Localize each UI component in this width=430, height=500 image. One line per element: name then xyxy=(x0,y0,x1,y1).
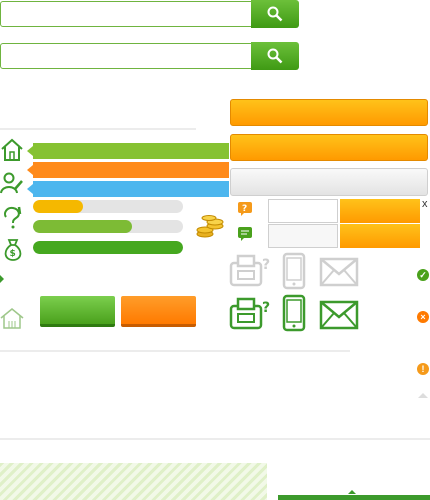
search-input-1[interactable] xyxy=(0,1,252,27)
arrow-right-icon xyxy=(0,275,4,283)
divider-top xyxy=(0,128,196,130)
user-edit-icon xyxy=(0,172,23,194)
progress-bar-3 xyxy=(33,241,183,254)
caret-up-small-icon xyxy=(348,490,356,494)
green-button[interactable] xyxy=(40,296,115,327)
svg-text:?: ? xyxy=(242,204,247,214)
small-input-1[interactable] xyxy=(268,199,338,223)
progress-bar-1 xyxy=(33,200,183,213)
svg-text:?: ? xyxy=(262,300,270,316)
warning-icon: ! xyxy=(417,363,429,375)
bar-blue xyxy=(27,181,229,197)
question-bubble-icon: ? xyxy=(238,202,252,216)
svg-text:?: ? xyxy=(262,257,270,273)
home-outline-icon xyxy=(0,308,24,329)
orange-button[interactable] xyxy=(121,296,196,327)
small-orange-button-2[interactable] xyxy=(340,224,420,248)
bar-orange xyxy=(27,162,229,178)
striped-panel xyxy=(0,463,267,500)
home-icon xyxy=(1,138,23,161)
progress-fill-2 xyxy=(33,220,132,233)
money-bag-icon: $ xyxy=(4,239,22,261)
svg-text:$: $ xyxy=(10,249,16,259)
question-icon xyxy=(3,206,22,229)
progress-fill-1 xyxy=(33,200,83,213)
orange-button-2[interactable] xyxy=(230,134,428,161)
mobile-icon[interactable] xyxy=(282,294,306,332)
chat-bubble-icon xyxy=(238,227,252,241)
bar-green xyxy=(27,143,229,159)
search-button-2[interactable] xyxy=(251,42,299,70)
orange-button-1[interactable] xyxy=(230,99,428,126)
mail-icon[interactable] xyxy=(319,257,359,287)
coins-icon xyxy=(196,215,224,238)
divider-lower xyxy=(0,438,430,440)
mobile-icon[interactable] xyxy=(282,252,306,290)
search-input-2[interactable] xyxy=(0,43,252,69)
search-icon xyxy=(267,48,283,64)
search-button-1[interactable] xyxy=(251,0,299,28)
progress-fill-3 xyxy=(33,241,183,254)
fax-icon[interactable]: ? xyxy=(229,253,271,289)
small-orange-button-1[interactable] xyxy=(340,199,420,223)
gray-button[interactable] xyxy=(230,168,428,196)
search-icon xyxy=(267,6,283,22)
mail-icon[interactable] xyxy=(319,300,359,330)
fax-icon[interactable]: ? xyxy=(229,296,271,332)
progress-bar-2 xyxy=(33,220,183,233)
caret-up-icon xyxy=(418,393,428,398)
divider-mid xyxy=(0,350,350,352)
check-icon: ✓ xyxy=(417,269,429,281)
small-input-2[interactable] xyxy=(268,224,338,248)
close-icon[interactable]: x xyxy=(422,198,428,210)
active-tab-indicator xyxy=(278,495,430,500)
error-icon: × xyxy=(417,311,429,323)
